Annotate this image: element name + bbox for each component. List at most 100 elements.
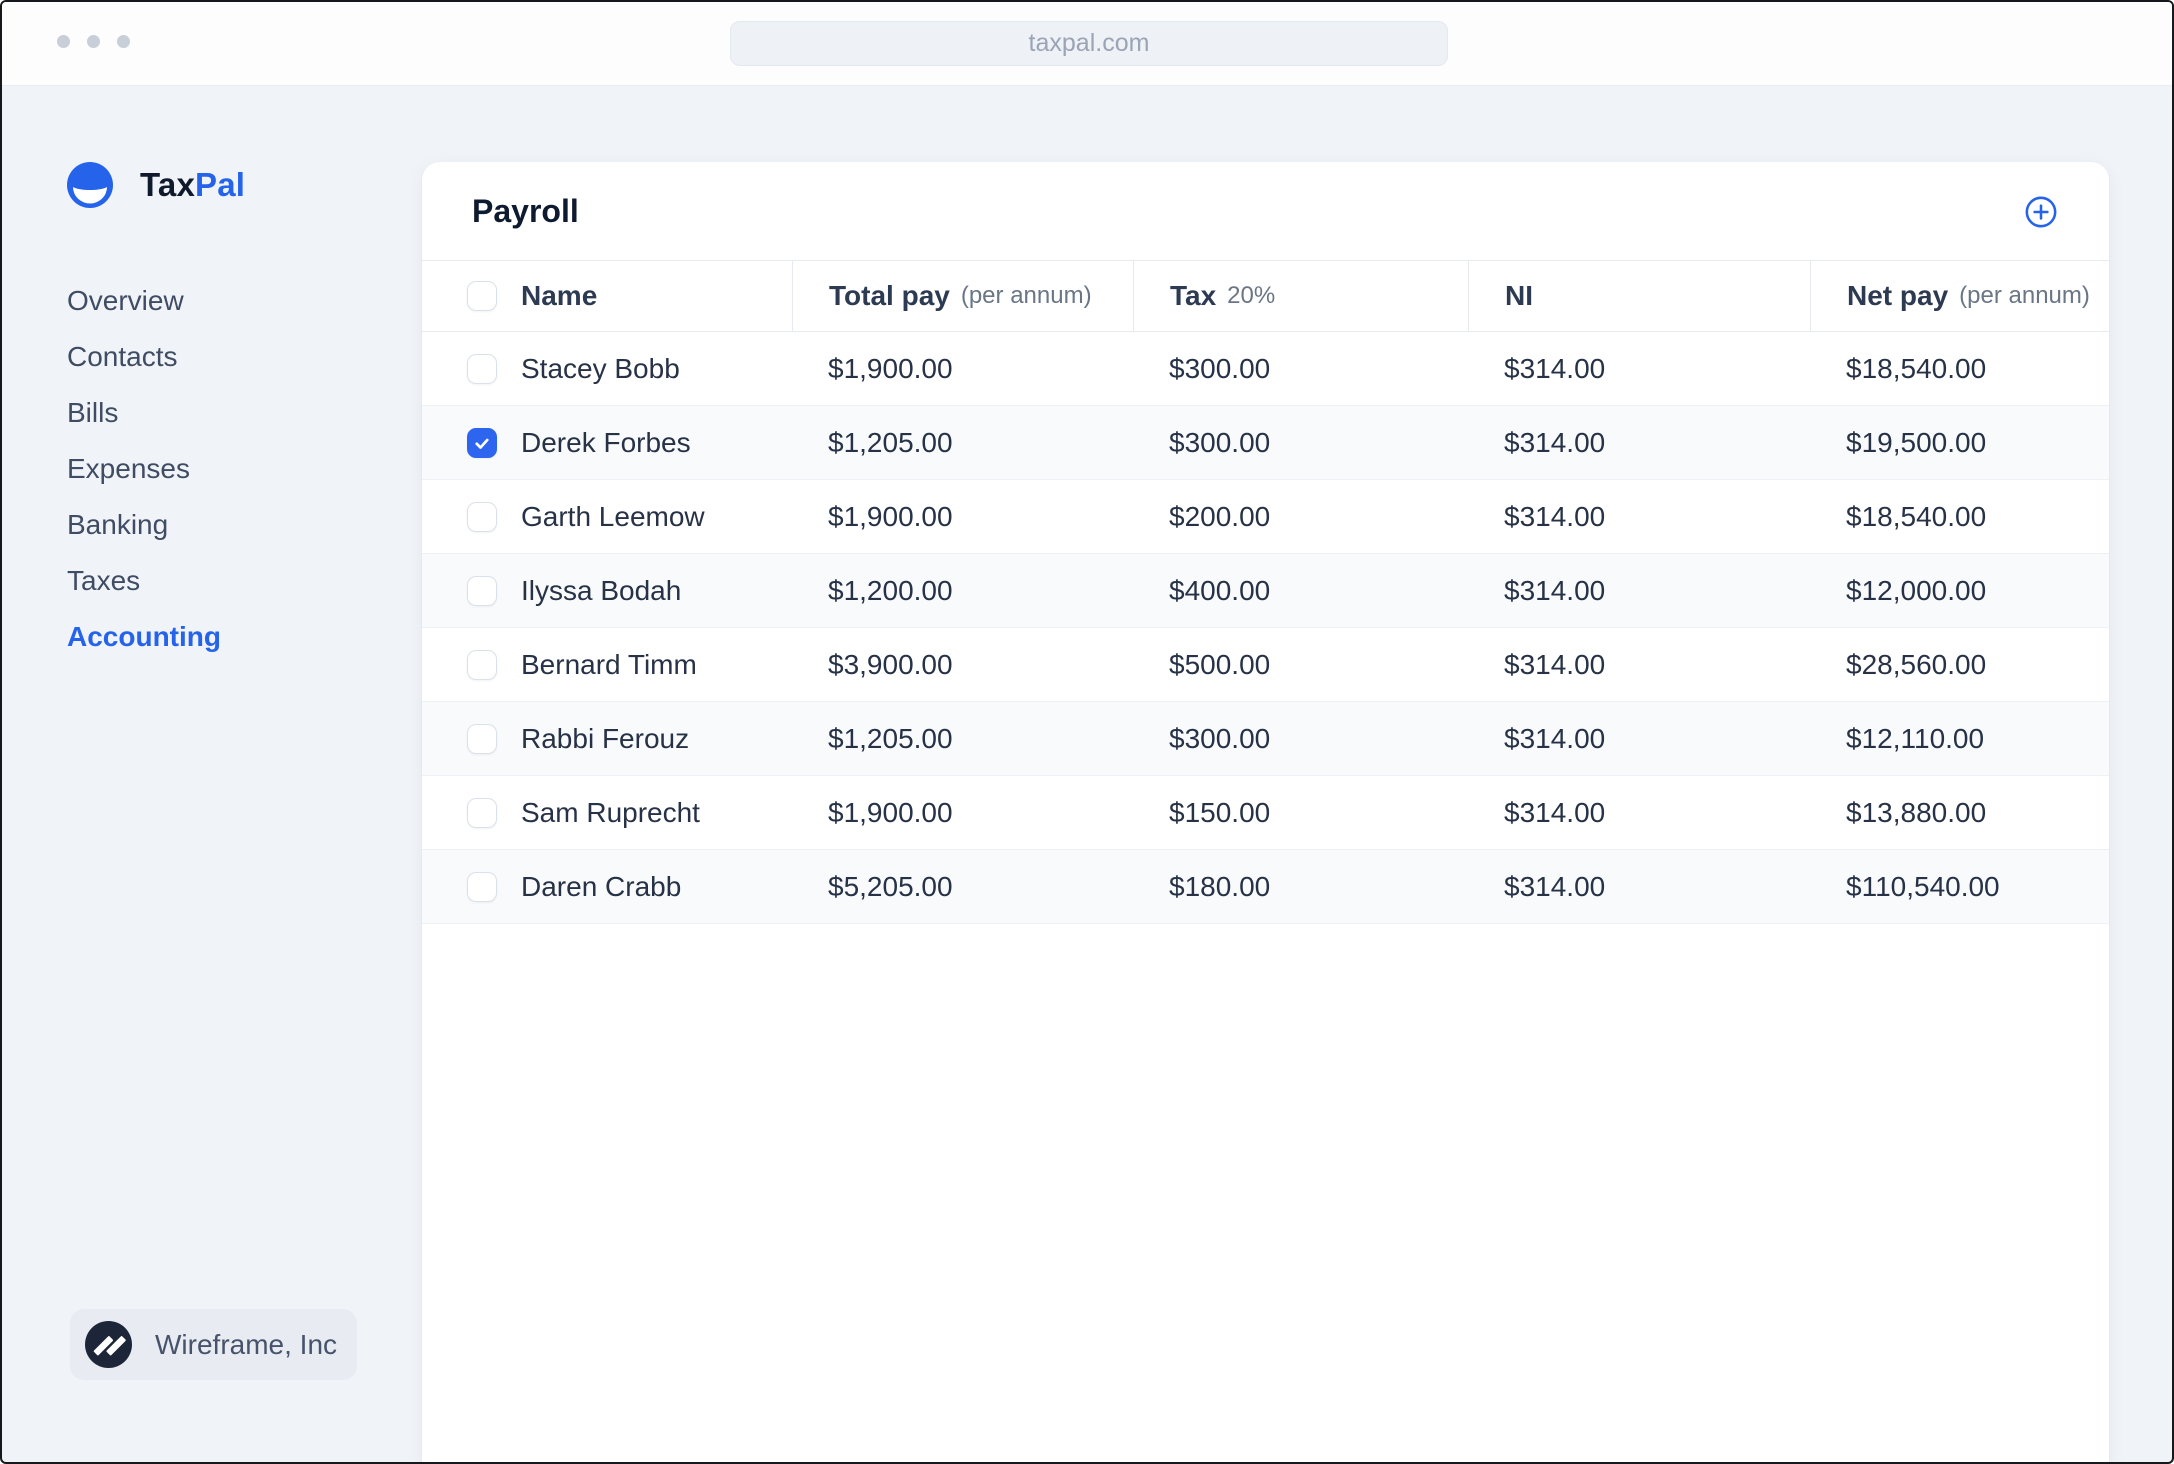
cell-tax: $500.00 [1133, 628, 1468, 701]
cell-net-pay: $110,540.00 [1810, 850, 2109, 923]
tax-value: $500.00 [1169, 648, 1271, 680]
cell-total-pay: $1,900.00 [792, 332, 1133, 405]
sidebar-item-overview[interactable]: Overview [67, 273, 221, 329]
employee-name: Sam Ruprecht [521, 796, 700, 828]
address-bar[interactable]: taxpal.com [730, 21, 1448, 66]
add-payroll-button[interactable] [2024, 195, 2058, 229]
row-checkbox[interactable] [467, 501, 497, 532]
sidebar-item-bills[interactable]: Bills [67, 385, 221, 441]
cell-name: Stacey Bobb [422, 332, 792, 405]
window-control-dot-icon[interactable] [57, 35, 70, 48]
cell-ni: $314.00 [1468, 776, 1810, 849]
cell-net-pay: $13,880.00 [1810, 776, 2109, 849]
column-label: Tax [1170, 280, 1217, 311]
cell-name: Ilyssa Bodah [422, 554, 792, 627]
cell-tax: $300.00 [1133, 332, 1468, 405]
wireframe-logo-icon [85, 1321, 132, 1368]
table-header-row: Name Total pay (per annum) Tax 20% NI Ne… [422, 260, 2109, 332]
total-pay-value: $1,205.00 [828, 722, 953, 754]
org-switcher[interactable]: Wireframe, Inc [70, 1309, 357, 1380]
column-label: Total pay [829, 280, 950, 311]
column-header-ni: NI [1468, 261, 1810, 331]
ni-value: $314.00 [1504, 352, 1606, 384]
window-control-dot-icon[interactable] [117, 35, 130, 48]
employee-name: Stacey Bobb [521, 352, 680, 384]
employee-name: Rabbi Ferouz [521, 722, 690, 754]
sidebar-item-label: Banking [67, 509, 169, 540]
cell-total-pay: $5,205.00 [792, 850, 1133, 923]
net-pay-value: $13,880.00 [1846, 796, 1987, 828]
select-all-checkbox[interactable] [467, 281, 497, 311]
table-row: Daren Crabb $5,205.00 $180.00 $314.00 $1… [422, 850, 2109, 924]
net-pay-value: $28,560.00 [1846, 648, 1987, 680]
sidebar-item-accounting[interactable]: Accounting [67, 609, 221, 665]
column-header-tax: Tax 20% [1133, 261, 1468, 331]
sidebar-item-expenses[interactable]: Expenses [67, 441, 221, 497]
window-control-dot-icon[interactable] [87, 35, 100, 48]
cell-total-pay: $1,205.00 [792, 702, 1133, 775]
column-sublabel: 20% [1227, 282, 1276, 309]
cell-name: Sam Ruprecht [422, 776, 792, 849]
table-row: Stacey Bobb $1,900.00 $300.00 $314.00 $1… [422, 332, 2109, 406]
column-label: NI [1505, 280, 1533, 311]
plus-circle-icon [2025, 196, 2057, 228]
brand-name: TaxPal [140, 166, 245, 204]
cell-name: Derek Forbes [422, 406, 792, 479]
table-row: Rabbi Ferouz $1,205.00 $300.00 $314.00 $… [422, 702, 2109, 776]
row-checkbox[interactable] [467, 797, 497, 828]
brand-name-secondary: Pal [195, 166, 246, 203]
cell-total-pay: $1,900.00 [792, 480, 1133, 553]
cell-net-pay: $12,000.00 [1810, 554, 2109, 627]
brand: TaxPal [67, 162, 245, 208]
sidebar-item-label: Overview [67, 285, 184, 316]
brand-name-primary: Tax [140, 166, 196, 203]
total-pay-value: $1,200.00 [828, 574, 953, 606]
employee-name: Bernard Timm [521, 648, 697, 680]
column-header-net-pay: Net pay (per annum) [1810, 261, 2109, 331]
sidebar-item-banking[interactable]: Banking [67, 497, 221, 553]
taxpal-logo-icon [67, 162, 113, 208]
employee-name: Derek Forbes [521, 426, 691, 458]
cell-net-pay: $19,500.00 [1810, 406, 2109, 479]
row-checkbox[interactable] [467, 649, 497, 680]
cell-ni: $314.00 [1468, 554, 1810, 627]
org-name: Wireframe, Inc [155, 1328, 338, 1360]
cell-name: Garth Leemow [422, 480, 792, 553]
row-checkbox[interactable] [467, 575, 497, 606]
row-checkbox[interactable] [467, 353, 497, 384]
sidebar-item-taxes[interactable]: Taxes [67, 553, 221, 609]
cell-ni: $314.00 [1468, 702, 1810, 775]
cell-total-pay: $3,900.00 [792, 628, 1133, 701]
payroll-card-header: Payroll [422, 162, 2109, 260]
row-checkbox[interactable] [467, 723, 497, 754]
table-row: Garth Leemow $1,900.00 $200.00 $314.00 $… [422, 480, 2109, 554]
cell-net-pay: $12,110.00 [1810, 702, 2109, 775]
net-pay-value: $19,500.00 [1846, 426, 1987, 458]
column-label: Net pay [1847, 280, 1949, 311]
cell-tax: $300.00 [1133, 406, 1468, 479]
sidebar-item-label: Expenses [67, 453, 190, 484]
net-pay-value: $12,000.00 [1846, 574, 1987, 606]
tax-value: $300.00 [1169, 722, 1271, 754]
row-checkbox[interactable] [467, 871, 497, 902]
cell-tax: $300.00 [1133, 702, 1468, 775]
cell-total-pay: $1,205.00 [792, 406, 1133, 479]
employee-name: Daren Crabb [521, 870, 682, 902]
ni-value: $314.00 [1504, 722, 1606, 754]
net-pay-value: $18,540.00 [1846, 352, 1987, 384]
window-controls [57, 35, 130, 48]
column-sublabel: (per annum) [1959, 282, 2090, 309]
row-checkbox[interactable] [467, 427, 497, 458]
column-header-name: Name [422, 261, 792, 331]
cell-ni: $314.00 [1468, 332, 1810, 405]
cell-net-pay: $18,540.00 [1810, 480, 2109, 553]
table-row: Sam Ruprecht $1,900.00 $150.00 $314.00 $… [422, 776, 2109, 850]
sidebar-item-contacts[interactable]: Contacts [67, 329, 221, 385]
tax-value: $180.00 [1169, 870, 1271, 902]
sidebar-item-label: Contacts [67, 341, 178, 372]
cell-tax: $400.00 [1133, 554, 1468, 627]
table-row: Derek Forbes $1,205.00 $300.00 $314.00 $… [422, 406, 2109, 480]
app-window: taxpal.com TaxPal Overview Contacts Bill… [0, 0, 2174, 1464]
cell-net-pay: $28,560.00 [1810, 628, 2109, 701]
total-pay-value: $1,900.00 [828, 352, 953, 384]
